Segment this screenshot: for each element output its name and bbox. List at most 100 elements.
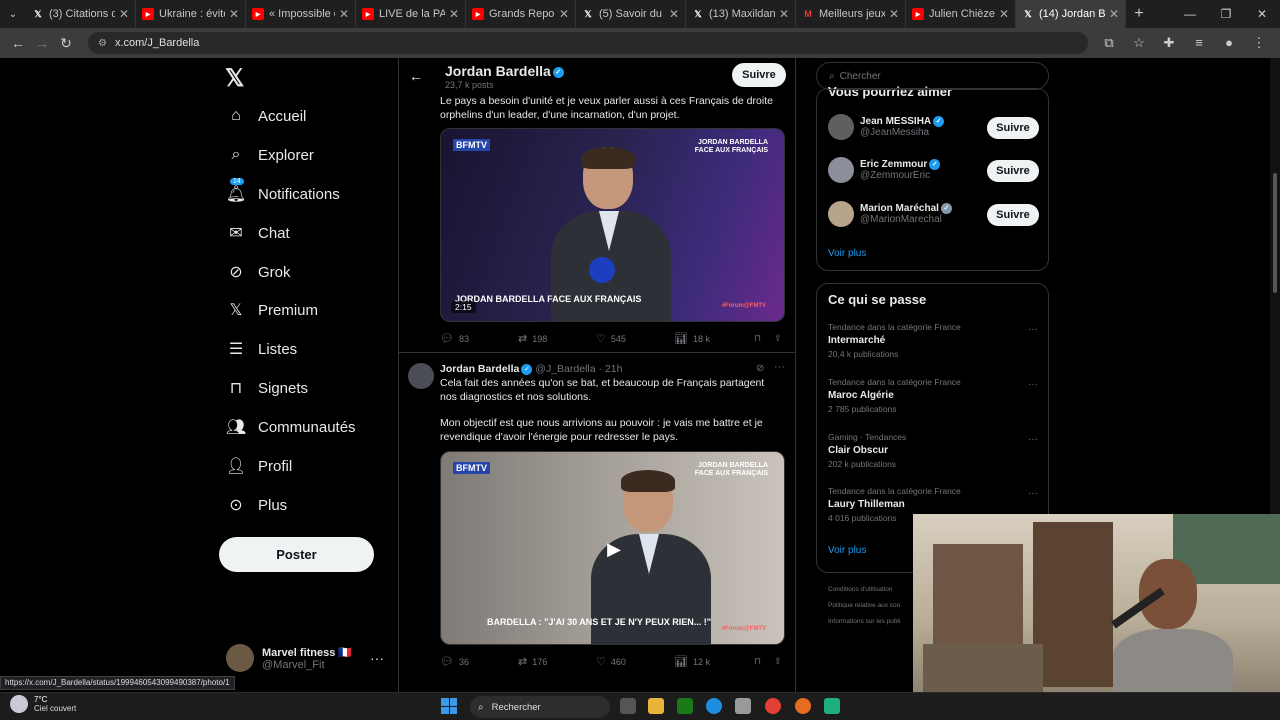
profile-avatar-icon[interactable]: ● [1214, 35, 1244, 51]
more-dots-icon[interactable]: ··· [370, 650, 384, 666]
chrome-icon[interactable] [765, 698, 781, 714]
browser-tab[interactable]: 𝕏 (14) Jordan Bardel ✕ [1016, 0, 1126, 28]
nav-item-plus[interactable]: ⊙ Plus [226, 495, 287, 515]
cast-icon[interactable]: ⧉ [1094, 35, 1124, 51]
nav-item-explorer[interactable]: ⌕ Explorer [226, 145, 314, 165]
post-button[interactable]: Poster [219, 537, 374, 572]
trend-item[interactable]: Tendance dans la catégorie France Interma… [828, 322, 1038, 359]
tab-search-button[interactable]: ⌄ [0, 0, 26, 28]
follow-button[interactable]: Suivre [987, 204, 1039, 226]
search-input[interactable]: ⌕ Chercher [816, 62, 1049, 90]
more-dots-icon[interactable]: ··· [1028, 324, 1038, 335]
xbox-icon[interactable] [677, 698, 693, 714]
avatar[interactable] [408, 363, 434, 389]
repost-button[interactable]: ⇄ 176 [518, 655, 596, 668]
tweet-time[interactable]: · 21h [599, 363, 623, 375]
more-dots-icon[interactable]: ··· [1028, 434, 1038, 445]
tweet-handle[interactable]: @J_Bardella [535, 363, 595, 375]
reply-button[interactable]: 💬︎ 83 [440, 332, 518, 345]
browser-tab[interactable]: ▶ LIVE de la PASSIO ✕ [356, 0, 466, 28]
browser-tab[interactable]: ▶ Ukraine : éviter la ✕ [136, 0, 246, 28]
trend-item[interactable]: Tendance dans la catégorie France Maroc A… [828, 377, 1038, 414]
follow-button[interactable]: Suivre [987, 160, 1039, 182]
back-arrow-icon[interactable]: ← [409, 68, 423, 84]
more-dots-icon[interactable]: ··· [774, 361, 785, 373]
browser-tab[interactable]: ▶ Grands Reportage ✕ [466, 0, 576, 28]
store-icon[interactable] [735, 698, 751, 714]
edge-icon[interactable] [706, 698, 722, 714]
back-button[interactable]: ← [6, 35, 30, 51]
windows-start-icon[interactable] [441, 698, 457, 714]
browser-tab[interactable]: ▶ Julien Chièze - Yo ✕ [906, 0, 1016, 28]
trend-item[interactable]: Gaming · Tendances Clair Obscur 202 k publ… [828, 432, 1038, 469]
more-dots-icon[interactable]: ··· [1028, 488, 1038, 499]
minimize-button[interactable]: — [1172, 0, 1208, 28]
close-tab-icon[interactable]: ✕ [889, 7, 899, 21]
url-field[interactable]: ⚙ x.com/J_Bardella [88, 32, 1088, 54]
like-button[interactable]: ♡ 460 [596, 655, 674, 668]
more-dots-icon[interactable]: ··· [1028, 379, 1038, 390]
bookmark-icon[interactable]: ⊓ [754, 332, 774, 345]
suggestion-item[interactable]: Jean MESSIHA ✓ @JeanMessiha [828, 114, 945, 140]
views-button[interactable]: 📊︎ 12 k [674, 655, 754, 668]
nav-item-listes[interactable]: ☰ Listes [226, 339, 297, 359]
browser-menu-icon[interactable]: ⋮ [1244, 35, 1274, 51]
suggestion-item[interactable]: Marion Maréchal ✓ @MarionMarechal [828, 201, 952, 227]
nav-item-profil[interactable]: 👤︎ Profil [226, 456, 292, 476]
app-icon[interactable] [824, 698, 840, 714]
nav-item-accueil[interactable]: ⌂ Accueil [226, 106, 306, 126]
close-tab-icon[interactable]: ✕ [339, 7, 349, 21]
browser-tab[interactable]: 𝕏 (13) Maxildan sur ✕ [686, 0, 796, 28]
bookmark-star-icon[interactable]: ☆ [1124, 35, 1154, 51]
new-tab-button[interactable]: + [1126, 5, 1152, 23]
tweet-video[interactable]: BFMTV JORDAN BARDELLA FACE AUX FRANÇAIS … [440, 128, 785, 322]
follow-profile-button[interactable]: Suivre [732, 63, 786, 87]
play-icon[interactable]: ▶ [599, 534, 629, 564]
footer-link-cookies[interactable]: Politique relative aux coo [828, 598, 918, 614]
maximize-button[interactable]: ❐ [1208, 0, 1244, 28]
close-tab-icon[interactable]: ✕ [559, 7, 569, 21]
close-tab-icon[interactable]: ✕ [449, 7, 459, 21]
forward-button[interactable]: → [30, 35, 54, 51]
views-button[interactable]: 📊︎ 18 k [674, 332, 754, 345]
extensions-icon[interactable]: ✚ [1154, 35, 1184, 51]
tweet-video[interactable]: BFMTV JORDAN BARDELLA FACE AUX FRANÇAIS … [440, 451, 785, 645]
close-tab-icon[interactable]: ✕ [669, 7, 679, 21]
nav-item-communautés[interactable]: 👥︎ Communautés [226, 417, 356, 437]
bookmark-icon[interactable]: ⊓ [754, 655, 774, 668]
nav-item-chat[interactable]: ✉ Chat [226, 223, 289, 243]
close-tab-icon[interactable]: ✕ [1109, 7, 1119, 21]
footer-link-terms[interactable]: Conditions d'utilisation [828, 582, 918, 598]
browser-tab[interactable]: 𝕏 (3) Citations de c ✕ [26, 0, 136, 28]
see-more-link[interactable]: Voir plus [828, 248, 866, 259]
trends-see-more-link[interactable]: Voir plus [828, 545, 866, 556]
reload-button[interactable]: ↻ [54, 35, 78, 52]
tweet-author[interactable]: Jordan Bardella [440, 363, 519, 375]
grok-icon[interactable]: ⊘ [756, 363, 764, 374]
browser-tab[interactable]: ▶ « Impossible d'êt ✕ [246, 0, 356, 28]
task-view-icon[interactable] [620, 698, 636, 714]
browser-tab[interactable]: M Meilleurs jeux de ✕ [796, 0, 906, 28]
close-tab-icon[interactable]: ✕ [779, 7, 789, 21]
follow-button[interactable]: Suivre [987, 117, 1039, 139]
account-switcher[interactable]: Marvel fitness 🇫🇷 @Marvel_Fit ··· [226, 644, 384, 672]
close-tab-icon[interactable]: ✕ [119, 7, 129, 21]
x-logo-icon[interactable]: 𝕏 [225, 64, 244, 93]
browser-tab[interactable]: 𝕏 (5) Savoir du Mon ✕ [576, 0, 686, 28]
weather-widget[interactable]: 7°C Ciel couvert [10, 695, 76, 713]
file-explorer-icon[interactable] [648, 698, 664, 714]
close-tab-icon[interactable]: ✕ [999, 7, 1009, 21]
reading-list-icon[interactable]: ≡ [1184, 35, 1214, 51]
footer-link-ads[interactable]: Informations sur les publi [828, 614, 918, 630]
nav-item-signets[interactable]: ⊓ Signets [226, 378, 308, 398]
nav-item-notifications[interactable]: 🔔︎ 14 Notifications [226, 178, 340, 204]
suggestion-item[interactable]: Eric Zemmour ✓ @ZemmourEric [828, 157, 941, 183]
reply-button[interactable]: 💬︎ 36 [440, 655, 518, 668]
nav-item-premium[interactable]: 𝕏 Premium [226, 300, 318, 320]
share-icon[interactable]: ⇪ [774, 655, 782, 668]
site-info-icon[interactable]: ⚙ [98, 38, 107, 49]
nav-item-grok[interactable]: ⊘ Grok [226, 262, 290, 282]
repost-button[interactable]: ⇄ 198 [518, 332, 596, 345]
share-icon[interactable]: ⇪ [774, 332, 782, 345]
firefox-icon[interactable] [795, 698, 811, 714]
